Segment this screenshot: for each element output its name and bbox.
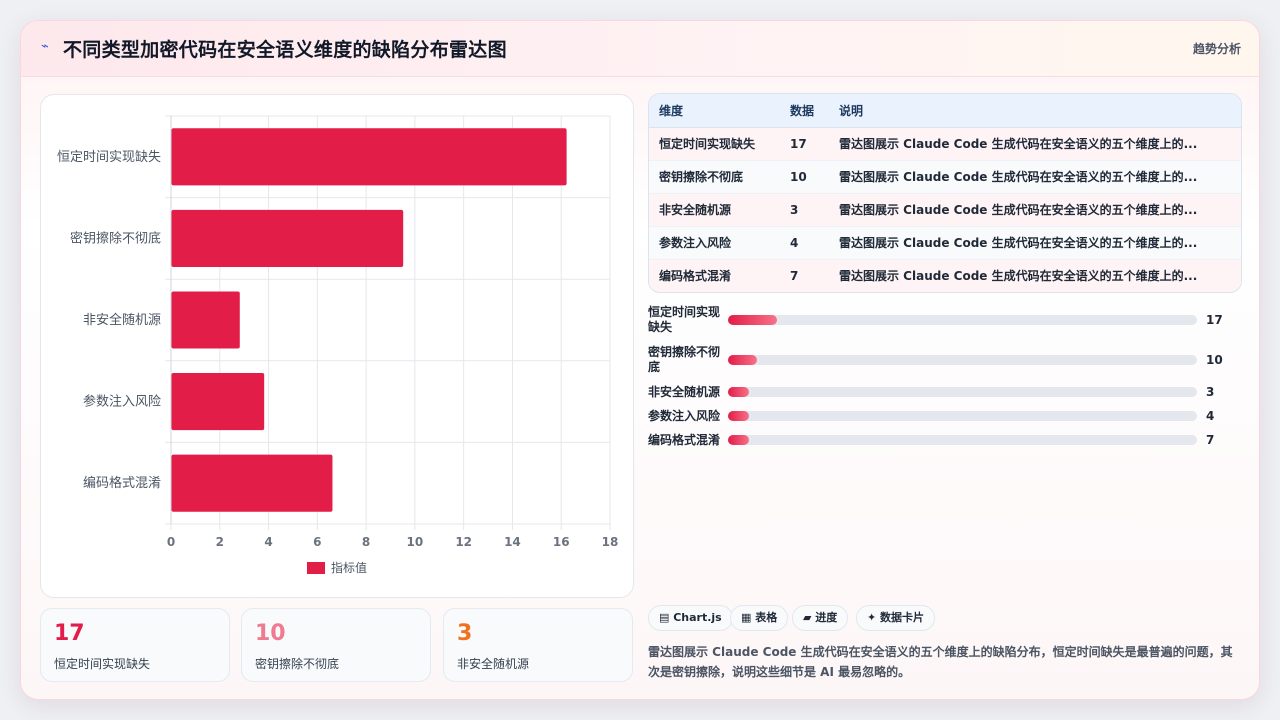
kpi-card-1: 17 恒定时间实现缺失 <box>40 608 230 682</box>
table-cell: 参数注入风险 <box>649 226 780 260</box>
column-header: 维度 <box>649 94 780 128</box>
kpi-card-3: 3 非安全随机源 <box>443 608 633 682</box>
x-tick-label: 2 <box>216 535 224 549</box>
kpi-label: 恒定时间实现缺失 <box>54 657 151 671</box>
progress-label: 编码格式混淆 <box>648 433 721 447</box>
table-cell: 10 <box>780 160 829 194</box>
table-cell: 3 <box>780 193 829 227</box>
dashboard-card: ⌁ 不同类型加密代码在安全语义维度的缺陷分布雷达图 趋势分析 恒定时间实现缺失密… <box>20 20 1260 700</box>
bar-chart-panel: 恒定时间实现缺失密钥擦除不彻底非安全随机源 参数注入风险 编码格式混淆 0 2 4 6 8 10… <box>40 94 634 598</box>
table-row: 编码格式混淆 7 雷达图展示 Claude Code 生成代码在安全语义的五个维… <box>649 259 1241 292</box>
x-tick-label: 12 <box>455 535 472 549</box>
table-row: 密钥擦除不彻底 10 雷达图展示 Claude Code 生成代码在安全语义的五… <box>649 160 1241 194</box>
bar <box>171 291 240 349</box>
table-header-row: 维度 数据 说明 <box>649 94 1241 128</box>
y-tick-label: 编码格式混淆 <box>83 475 161 491</box>
x-tick-label: 16 <box>553 535 570 549</box>
legend-swatch <box>307 562 325 574</box>
progress-fill <box>728 315 778 325</box>
bar <box>171 209 404 267</box>
progress-track <box>728 387 1197 397</box>
bar-chart: 恒定时间实现缺失密钥擦除不彻底非安全随机源参数注入风险编码格式混淆 0 2 4 6 8 10… <box>57 115 619 575</box>
kpi-label: 密钥擦除不彻底 <box>255 657 340 671</box>
table-cell: 非安全随机源 <box>649 193 780 227</box>
progress-label: 密钥擦除不彻底 <box>648 345 721 374</box>
progress-track <box>728 355 1197 365</box>
progress-fill <box>728 355 758 365</box>
table-row: 恒定时间实现缺失 17 雷达图展示 Claude Code 生成代码在安全语义的… <box>649 127 1241 161</box>
x-tick-label: 8 <box>362 535 370 549</box>
progress-track <box>728 315 1197 325</box>
bar <box>171 454 333 512</box>
y-tick-label: 非安全随机源 <box>83 312 161 328</box>
description-text: 雷达图展示 Claude Code 生成代码在安全语义的五个维度上的缺陷分布，恒… <box>648 645 1233 679</box>
table-cell: 雷达图展示 Claude Code 生成代码在安全语义的五个维度上的... <box>829 127 1241 161</box>
progress-row: 编码格式混淆 7 <box>648 433 1242 463</box>
table-cell: 17 <box>780 127 829 161</box>
progress-fill <box>728 435 750 445</box>
x-tick-label: 6 <box>313 535 321 549</box>
chart-icon: ⌁ <box>41 39 49 54</box>
progress-value: 3 <box>1206 385 1215 399</box>
progress-label: 参数注入风险 <box>648 409 721 423</box>
header: ⌁ 不同类型加密代码在安全语义维度的缺陷分布雷达图 趋势分析 <box>21 21 1259 77</box>
table-cell: 7 <box>780 259 829 292</box>
x-tick-label: 0 <box>167 535 175 549</box>
x-tick-label: 18 <box>602 535 619 549</box>
kpi-value: 3 <box>457 621 473 646</box>
table-cell: 密钥擦除不彻底 <box>649 160 780 194</box>
progress-label: 恒定时间实现缺失 <box>648 305 721 334</box>
progress-value: 4 <box>1206 409 1215 423</box>
tag-chartjs[interactable]: ▤ Chart.js <box>648 605 733 631</box>
y-tick-label: 密钥擦除不彻底 <box>70 230 161 246</box>
x-tick-label: 14 <box>504 535 521 549</box>
tag-table[interactable]: ▦ 表格 <box>730 605 789 631</box>
progress-fill <box>728 411 750 421</box>
table-cell: 编码格式混淆 <box>649 259 780 292</box>
progress-row: 密钥擦除不彻底 10 <box>648 345 1242 375</box>
table-cell: 雷达图展示 Claude Code 生成代码在安全语义的五个维度上的... <box>829 193 1241 227</box>
trend-analysis-button[interactable]: 趋势分析 <box>1193 40 1241 57</box>
progress-fill <box>728 387 750 397</box>
kpi-value: 17 <box>54 621 85 646</box>
table-cell: 4 <box>780 226 829 260</box>
progress-value: 7 <box>1206 433 1215 447</box>
table-cell: 雷达图展示 Claude Code 生成代码在安全语义的五个维度上的... <box>829 259 1241 292</box>
progress-value: 10 <box>1206 353 1223 367</box>
kpi-label: 非安全随机源 <box>457 657 530 671</box>
column-header: 说明 <box>829 94 1241 128</box>
table-row: 参数注入风险 4 雷达图展示 Claude Code 生成代码在安全语义的五个维… <box>649 226 1241 260</box>
legend-label: 指标值 <box>331 560 367 575</box>
kpi-card-2: 10 密钥擦除不彻底 <box>241 608 431 682</box>
table-cell: 雷达图展示 Claude Code 生成代码在安全语义的五个维度上的... <box>829 160 1241 194</box>
x-tick-label: 4 <box>264 535 272 549</box>
kpi-value: 10 <box>255 621 286 646</box>
x-tick-label: 10 <box>407 535 424 549</box>
column-header: 数据 <box>780 94 829 128</box>
data-table: 维度 数据 说明 恒定时间实现缺失 17 雷达图展示 Claude Code 生… <box>648 93 1242 293</box>
tag-data-card[interactable]: ✦ 数据卡片 <box>856 605 936 631</box>
bar <box>171 373 265 431</box>
table-cell: 雷达图展示 Claude Code 生成代码在安全语义的五个维度上的... <box>829 226 1241 260</box>
table-row: 非安全随机源 3 雷达图展示 Claude Code 生成代码在安全语义的五个维… <box>649 193 1241 227</box>
table-cell: 恒定时间实现缺失 <box>649 127 780 161</box>
progress-track <box>728 435 1197 445</box>
y-tick-label: 恒定时间实现缺失 <box>57 150 161 165</box>
progress-label: 非安全随机源 <box>648 385 721 399</box>
tag-progress[interactable]: ▰ 进度 <box>792 605 849 631</box>
progress-track <box>728 411 1197 421</box>
page-title: 不同类型加密代码在安全语义维度的缺陷分布雷达图 <box>63 39 507 61</box>
y-tick-label: 参数注入风险 <box>83 394 161 410</box>
progress-value: 17 <box>1206 313 1223 327</box>
progress-row: 恒定时间实现缺失 17 <box>648 305 1242 335</box>
bar <box>171 128 567 186</box>
